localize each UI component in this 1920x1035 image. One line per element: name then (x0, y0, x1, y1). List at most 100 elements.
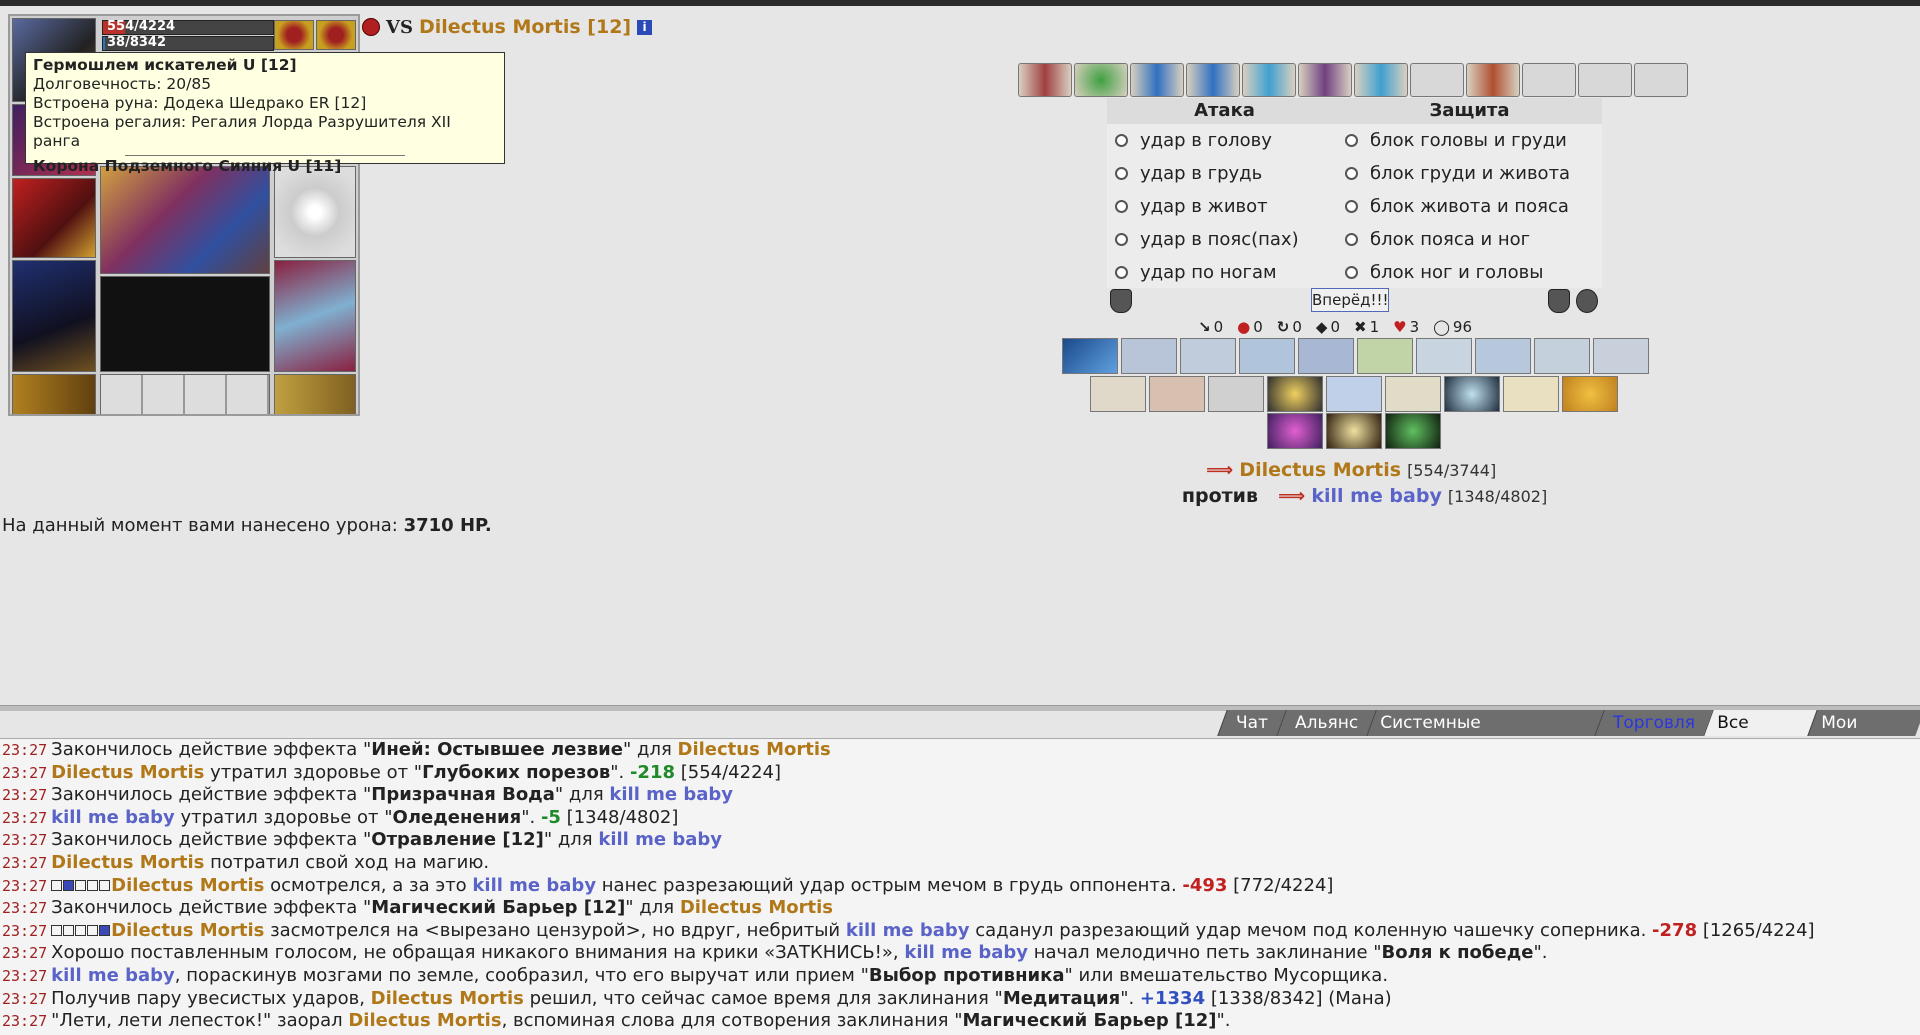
buff-slot-2[interactable] (316, 20, 356, 50)
scroll-slot-empty[interactable] (1578, 63, 1632, 97)
log-text: Закончилось действие эффекта " (51, 829, 372, 851)
effect-icon[interactable] (1326, 413, 1382, 449)
log-player-name[interactable]: Dilectus Mortis (678, 739, 831, 760)
effect-icon[interactable] (1090, 376, 1146, 412)
effect-icon[interactable] (1475, 338, 1531, 374)
effect-icon[interactable] (1149, 376, 1205, 412)
attack-option[interactable]: удар по ногам (1107, 256, 1342, 289)
attack-option[interactable]: удар в грудь (1107, 157, 1342, 190)
radio-icon[interactable] (1345, 134, 1358, 147)
log-player-name[interactable]: Dilectus Mortis (348, 1010, 501, 1031)
scroll-slot[interactable] (1186, 63, 1240, 97)
effect-icon[interactable] (1385, 376, 1441, 412)
log-player-name[interactable]: Dilectus Mortis (371, 988, 524, 1009)
effect-icon[interactable] (1267, 376, 1323, 412)
effect-icon[interactable] (1416, 338, 1472, 374)
tab-chat[interactable]: Чат (1217, 710, 1286, 736)
scroll-slot-empty[interactable] (1522, 63, 1576, 97)
shield-icon[interactable] (1548, 289, 1570, 313)
forward-button[interactable]: Вперёд!!! (1311, 288, 1389, 312)
armor-slot[interactable] (12, 260, 96, 372)
radio-icon[interactable] (1345, 200, 1358, 213)
radio-icon[interactable] (1115, 134, 1128, 147)
scroll-slot[interactable] (1298, 63, 1352, 97)
effect-icon[interactable] (1326, 376, 1382, 412)
scroll-slot[interactable] (1354, 63, 1408, 97)
defense-option[interactable]: блок ног и головы (1337, 256, 1602, 289)
log-text: " для (543, 829, 599, 851)
belt-slot[interactable] (12, 374, 96, 414)
defense-option[interactable]: блок головы и груди (1337, 124, 1602, 157)
attack-option[interactable]: удар в живот (1107, 190, 1342, 223)
effect-icon[interactable] (1562, 376, 1618, 412)
battle-log[interactable]: 23:27 Закончилось действие эффекта "Иней:… (0, 738, 1920, 1035)
scroll-slot[interactable] (1242, 63, 1296, 97)
refresh-icon[interactable] (1576, 289, 1598, 313)
log-enemy-name[interactable]: kill me baby (609, 784, 733, 805)
boots-slot[interactable] (274, 374, 356, 414)
attack-option[interactable]: удар в пояс(пах) (1107, 223, 1342, 256)
scroll-slot-empty[interactable] (1410, 63, 1464, 97)
ring-slots[interactable] (100, 374, 270, 414)
scroll-slot[interactable] (1130, 63, 1184, 97)
auto-shield-icon[interactable] (1110, 289, 1132, 313)
effect-icon[interactable] (1267, 413, 1323, 449)
radio-icon[interactable] (1345, 266, 1358, 279)
header-player-name[interactable]: Dilectus Mortis [12] (419, 16, 631, 38)
shield-slot[interactable] (274, 166, 356, 258)
effect-icon[interactable] (1062, 338, 1118, 374)
log-enemy-name[interactable]: kill me baby (51, 965, 175, 986)
scroll-slot-empty[interactable] (1634, 63, 1688, 97)
effect-icon[interactable] (1593, 338, 1649, 374)
radio-icon[interactable] (1345, 167, 1358, 180)
effect-icon[interactable] (1503, 376, 1559, 412)
radio-icon[interactable] (1115, 233, 1128, 246)
effect-icon[interactable] (1180, 338, 1236, 374)
inventory-grid[interactable] (100, 166, 270, 274)
weapon-slot[interactable] (12, 178, 96, 258)
enemy-name[interactable]: kill me baby (1311, 485, 1442, 507)
player-name[interactable]: Dilectus Mortis (1239, 459, 1401, 481)
defense-option[interactable]: блок груди и живота (1337, 157, 1602, 190)
effect-icon[interactable] (1239, 338, 1295, 374)
info-icon[interactable]: i (637, 19, 653, 35)
radio-icon[interactable] (1115, 266, 1128, 279)
log-player-name[interactable]: Dilectus Mortis (51, 762, 204, 783)
log-player-name[interactable]: Dilectus Mortis (111, 875, 264, 896)
tab-trade[interactable]: Торговля (1594, 710, 1714, 736)
log-text: " для (625, 897, 680, 919)
log-enemy-name[interactable]: kill me baby (472, 875, 596, 896)
effect-icon[interactable] (1385, 413, 1441, 449)
log-player-name[interactable]: Dilectus Mortis (680, 897, 833, 918)
tab-my-logs[interactable]: Мои логи (1807, 710, 1920, 759)
log-enemy-name[interactable]: kill me baby (51, 807, 175, 828)
effect-icon[interactable] (1208, 376, 1264, 412)
scroll-slot[interactable] (1074, 63, 1128, 97)
defense-option[interactable]: блок живота и пояса (1337, 190, 1602, 223)
log-player-name[interactable]: Dilectus Mortis (51, 852, 204, 873)
scroll-slot[interactable] (1018, 63, 1072, 97)
effect-icon[interactable] (1298, 338, 1354, 374)
log-enemy-name[interactable]: kill me baby (904, 942, 1028, 963)
inventory-bottom[interactable] (100, 276, 270, 372)
effect-icon[interactable] (1534, 338, 1590, 374)
tab-all-logs[interactable]: Все логи (1703, 710, 1817, 759)
effect-icon[interactable] (1444, 376, 1500, 412)
scroll-slot[interactable] (1466, 63, 1520, 97)
log-enemy-name[interactable]: kill me baby (598, 829, 722, 850)
attack-option[interactable]: удар в голову (1107, 124, 1342, 157)
radio-icon[interactable] (1115, 200, 1128, 213)
log-time: 23:27 (2, 808, 48, 827)
buff-slot-1[interactable] (274, 20, 314, 50)
radio-icon[interactable] (1345, 233, 1358, 246)
effect-icon[interactable] (1121, 338, 1177, 374)
defense-option-label: блок ног и головы (1370, 262, 1544, 283)
log-enemy-name[interactable]: kill me baby (846, 920, 970, 941)
effect-icon[interactable] (1357, 338, 1413, 374)
legs-slot[interactable] (274, 260, 356, 372)
tab-alliance[interactable]: Альянс (1276, 710, 1376, 736)
log-player-name[interactable]: Dilectus Mortis (111, 920, 264, 941)
radio-icon[interactable] (1115, 167, 1128, 180)
tab-system-messages[interactable]: Системные сообщения (1366, 710, 1605, 759)
defense-option[interactable]: блок пояса и ног (1337, 223, 1602, 256)
